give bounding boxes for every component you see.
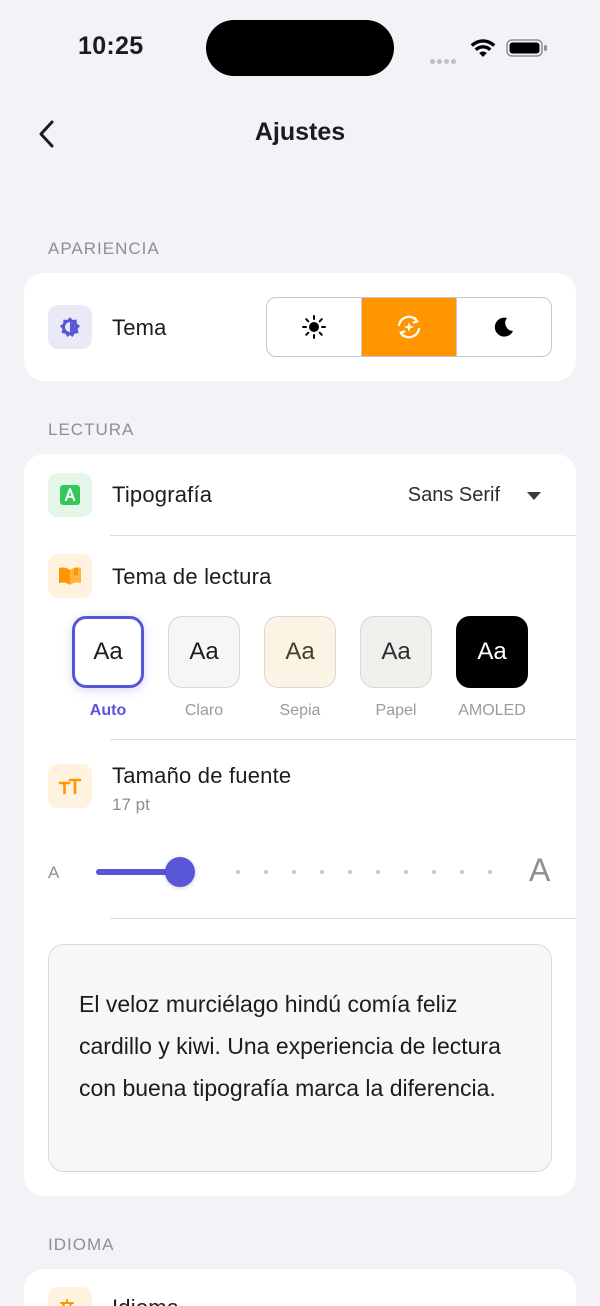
reading-theme-icon bbox=[48, 554, 92, 598]
theme-label: Tema bbox=[112, 315, 167, 340]
slider-tick bbox=[292, 870, 296, 874]
reading-theme-sepia[interactable]: Aa Sepia bbox=[262, 616, 338, 720]
slider-tick bbox=[432, 870, 436, 874]
font-size-slider[interactable] bbox=[96, 857, 496, 887]
swatch-sample: Aa bbox=[456, 616, 528, 688]
swatch-caption: Auto bbox=[89, 702, 127, 719]
cellular-signal-icon bbox=[430, 51, 458, 69]
status-bar: 10:25 bbox=[0, 0, 600, 96]
wifi-icon bbox=[470, 38, 496, 63]
section-label-appearance: APARIENCIA bbox=[48, 239, 160, 258]
language-label: Idioma bbox=[112, 1295, 179, 1306]
slider-tick bbox=[376, 870, 380, 874]
swatch-sample: Aa bbox=[72, 616, 144, 688]
dynamic-island bbox=[206, 20, 394, 76]
auto-theme-icon bbox=[397, 315, 421, 339]
reading-theme-claro[interactable]: Aa Claro bbox=[166, 616, 242, 720]
theme-segmented-control[interactable] bbox=[266, 297, 552, 357]
slider-thumb[interactable] bbox=[165, 857, 195, 887]
slider-max-label: A bbox=[529, 852, 551, 888]
reading-card: Tipografía Sans Serif Tema de lectura Aa… bbox=[24, 454, 576, 1196]
swatch-caption: Sepia bbox=[279, 702, 321, 719]
font-size-value: 17 pt bbox=[112, 795, 150, 814]
language-card: Idioma bbox=[24, 1269, 576, 1306]
slider-min-label: A bbox=[48, 863, 60, 882]
divider bbox=[110, 739, 576, 740]
slider-tick bbox=[460, 870, 464, 874]
reading-theme-auto[interactable]: Aa Auto bbox=[70, 616, 146, 720]
sun-icon bbox=[302, 315, 326, 339]
theme-light-segment[interactable] bbox=[267, 298, 362, 356]
slider-tick bbox=[264, 870, 268, 874]
slider-tick bbox=[236, 870, 240, 874]
section-label-reading: LECTURA bbox=[48, 420, 135, 439]
swatch-sample: Aa bbox=[360, 616, 432, 688]
slider-tick bbox=[404, 870, 408, 874]
reading-theme-amoled[interactable]: Aa AMOLED bbox=[454, 616, 530, 720]
swatch-sample: Aa bbox=[168, 616, 240, 688]
reading-theme-label: Tema de lectura bbox=[112, 564, 272, 589]
typography-dropdown[interactable]: Sans Serif bbox=[408, 484, 500, 507]
divider bbox=[110, 918, 576, 919]
typography-label: Tipografía bbox=[112, 482, 213, 507]
reading-theme-papel[interactable]: Aa Papel bbox=[358, 616, 434, 720]
section-label-language: IDIOMA bbox=[48, 1235, 115, 1254]
page-title: Ajustes bbox=[254, 118, 346, 146]
theme-auto-segment[interactable] bbox=[362, 298, 457, 356]
font-size-label: Tamaño de fuente bbox=[112, 763, 292, 788]
caret-down-icon[interactable] bbox=[526, 491, 542, 501]
typography-icon bbox=[48, 473, 92, 517]
divider bbox=[110, 535, 576, 536]
appearance-card: Tema bbox=[24, 273, 576, 381]
moon-icon bbox=[494, 317, 513, 337]
battery-icon bbox=[506, 38, 548, 63]
theme-icon bbox=[48, 305, 92, 349]
preview-text: El veloz murciélago hindú comía feliz ca… bbox=[79, 991, 501, 1101]
font-size-icon bbox=[48, 764, 92, 808]
swatch-sample: Aa bbox=[264, 616, 336, 688]
status-time: 10:25 bbox=[78, 32, 144, 60]
language-icon bbox=[48, 1287, 92, 1306]
theme-dark-segment[interactable] bbox=[457, 298, 551, 356]
swatch-caption: Claro bbox=[184, 702, 224, 719]
swatch-caption: AMOLED bbox=[458, 702, 526, 719]
reading-preview: El veloz murciélago hindú comía feliz ca… bbox=[48, 944, 552, 1172]
slider-tick bbox=[488, 870, 492, 874]
swatch-caption: Papel bbox=[375, 702, 417, 719]
slider-tick bbox=[320, 870, 324, 874]
slider-tick bbox=[348, 870, 352, 874]
